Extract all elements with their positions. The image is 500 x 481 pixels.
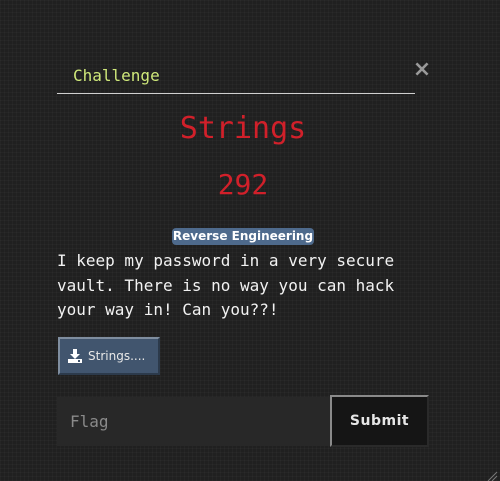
submit-button[interactable]: Submit xyxy=(330,395,429,447)
challenge-name: Strings xyxy=(179,111,307,146)
close-icon[interactable]: × xyxy=(411,58,433,82)
download-icon xyxy=(68,349,82,363)
resize-grip-icon[interactable] xyxy=(486,467,498,481)
download-file-button[interactable]: Strings.... xyxy=(58,337,160,375)
category-tag: Reverse Engineering xyxy=(172,228,314,245)
flag-input[interactable] xyxy=(57,397,330,446)
challenge-description: I keep my password in a very secure vaul… xyxy=(57,251,395,319)
challenge-modal: Challenge × Strings 292 Reverse Engineer… xyxy=(0,0,500,481)
download-file-label: Strings.... xyxy=(88,349,146,363)
challenge-tab-title[interactable]: Challenge xyxy=(73,66,160,85)
header-divider xyxy=(57,93,415,94)
challenge-points: 292 xyxy=(217,168,269,201)
